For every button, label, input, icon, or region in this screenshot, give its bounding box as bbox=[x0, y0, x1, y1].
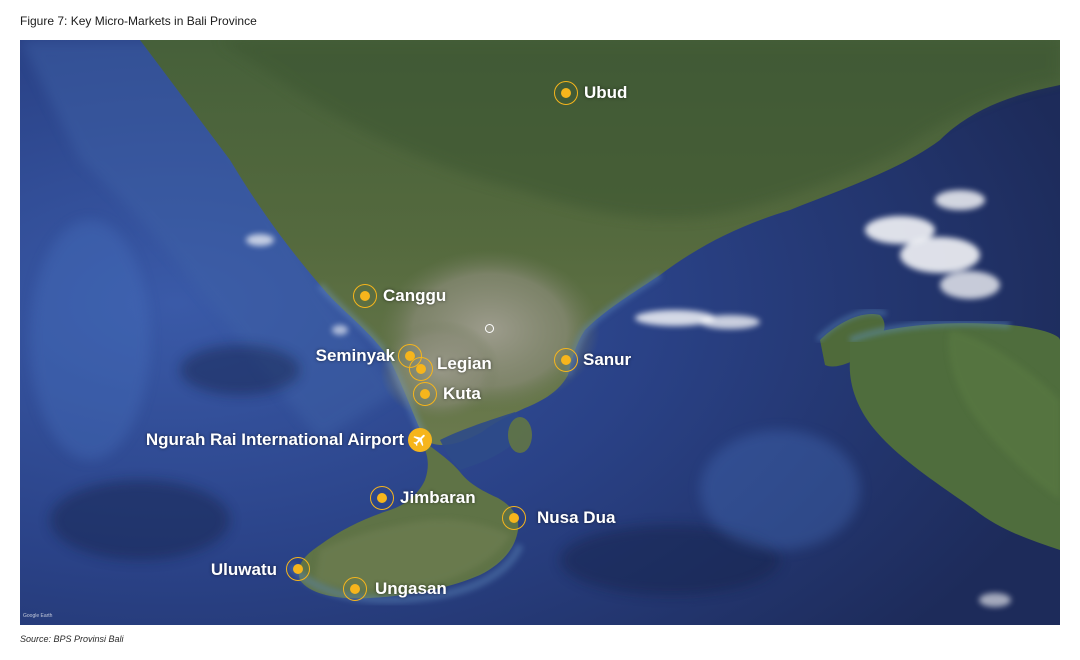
label-seminyak: Seminyak bbox=[315, 346, 395, 365]
label-uluwatu: Uluwatu bbox=[210, 560, 277, 579]
label-kuta: Kuta bbox=[443, 384, 481, 403]
label-sanur: Sanur bbox=[583, 350, 632, 369]
marker-canggu[interactable] bbox=[353, 284, 377, 308]
marker-sanur[interactable] bbox=[554, 348, 578, 372]
marker-legian[interactable] bbox=[409, 357, 433, 381]
figure-title: Figure 7: Key Micro-Markets in Bali Prov… bbox=[20, 14, 257, 28]
label-jimbaran: Jimbaran bbox=[400, 488, 476, 507]
marker-uluwatu[interactable] bbox=[286, 557, 310, 581]
figure-source: Source: BPS Provinsi Bali bbox=[20, 634, 124, 644]
map-credit: Google Earth bbox=[23, 613, 53, 619]
marker-ungasan[interactable] bbox=[343, 577, 367, 601]
label-nusa-dua: Nusa Dua bbox=[537, 508, 616, 527]
label-ungasan: Ungasan bbox=[375, 579, 447, 598]
marker-airport[interactable] bbox=[408, 428, 432, 452]
reference-circle bbox=[485, 324, 494, 333]
label-airport: Ngurah Rai International Airport bbox=[145, 430, 404, 449]
label-ubud: Ubud bbox=[584, 83, 628, 102]
satellite-map[interactable]: Ubud Canggu Seminyak Legian Kuta Sanur N… bbox=[20, 40, 1060, 625]
marker-ubud[interactable] bbox=[554, 81, 578, 105]
label-legian: Legian bbox=[437, 354, 492, 373]
label-canggu: Canggu bbox=[383, 286, 447, 305]
marker-nusa-dua[interactable] bbox=[502, 506, 526, 530]
airplane-icon bbox=[413, 434, 425, 447]
map-imagery bbox=[20, 40, 1060, 625]
marker-kuta[interactable] bbox=[413, 382, 437, 406]
marker-jimbaran[interactable] bbox=[370, 486, 394, 510]
